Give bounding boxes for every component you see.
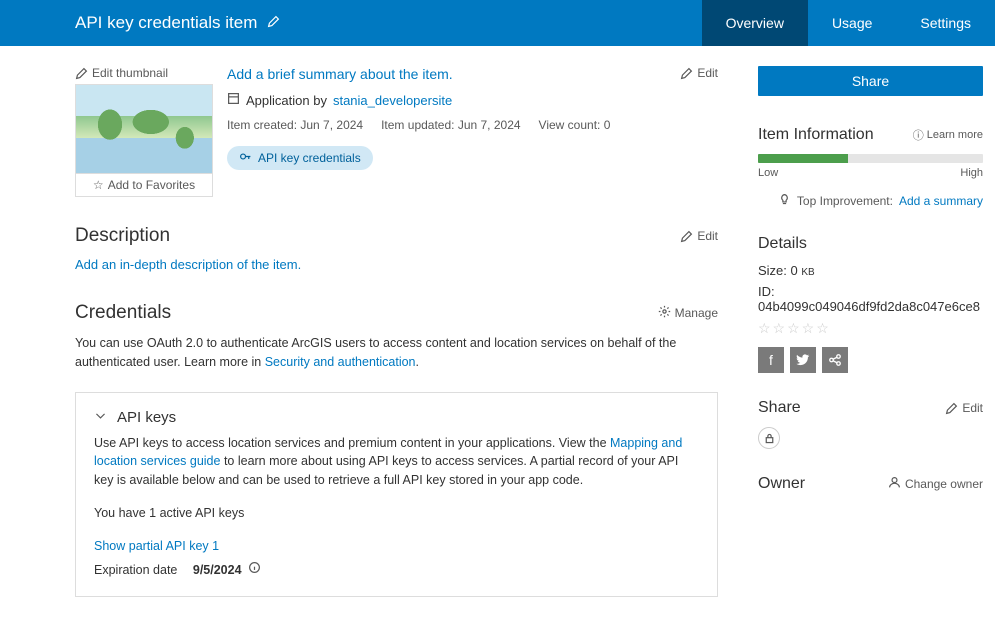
- author-link[interactable]: stania_developersite: [333, 93, 452, 108]
- security-auth-link[interactable]: Security and authentication: [265, 355, 416, 369]
- edit-summary-label: Edit: [697, 66, 718, 80]
- social-buttons: f: [758, 347, 983, 373]
- header-tabs: Overview Usage Settings: [702, 0, 995, 46]
- edit-summary-link[interactable]: Edit: [680, 66, 718, 80]
- share-section: Share Edit: [758, 399, 983, 449]
- description-title: Description: [75, 225, 170, 247]
- completeness-bar: [758, 154, 983, 163]
- add-summary-link[interactable]: Add a brief summary about the item.: [227, 66, 453, 82]
- show-partial-key-link[interactable]: Show partial API key 1: [94, 537, 699, 556]
- edit-description-link[interactable]: Edit: [680, 229, 718, 243]
- add-to-favorites-button[interactable]: ☆ Add to Favorites: [75, 174, 213, 197]
- tab-usage[interactable]: Usage: [808, 0, 896, 46]
- user-icon: [888, 476, 901, 492]
- page-title: API key credentials item: [75, 13, 257, 33]
- lightbulb-icon: [778, 193, 791, 209]
- item-meta: Add a brief summary about the item. Edit…: [227, 66, 718, 197]
- twitter-icon[interactable]: [790, 347, 816, 373]
- api-keys-title: API keys: [117, 409, 176, 426]
- active-keys-count: You have 1 active API keys: [94, 504, 699, 523]
- owner-title: Owner: [758, 475, 805, 493]
- top-bar: API key credentials item Overview Usage …: [0, 0, 995, 46]
- lock-icon: [758, 427, 780, 449]
- share-link-icon[interactable]: [822, 347, 848, 373]
- key-icon: [239, 150, 252, 166]
- id-line: ID: 04b4099c049046df9fd2da8c047e6ce8: [758, 284, 983, 314]
- credentials-section: Credentials Manage You can use OAuth 2.0…: [75, 302, 718, 597]
- item-type-badge: API key credentials: [227, 146, 373, 170]
- description-section: Description Edit Add an in-depth descrip…: [75, 225, 718, 272]
- expiration-row: Expiration date 9/5/2024: [94, 561, 699, 580]
- edit-title-icon[interactable]: [267, 15, 280, 31]
- edit-thumbnail-label: Edit thumbnail: [92, 66, 168, 80]
- learn-more-link[interactable]: ⓘ Learn more: [913, 127, 983, 143]
- share-button[interactable]: Share: [758, 66, 983, 96]
- size-line: Size: 0 KB: [758, 263, 983, 278]
- info-icon: ⓘ: [913, 127, 924, 143]
- rating-stars[interactable]: ☆☆☆☆☆: [758, 320, 983, 337]
- info-icon[interactable]: [248, 561, 261, 580]
- badge-label: API key credentials: [258, 151, 361, 165]
- change-owner-link[interactable]: Change owner: [888, 476, 983, 492]
- tab-settings[interactable]: Settings: [896, 0, 995, 46]
- owner-section: Owner Change owner: [758, 475, 983, 493]
- top-improvement-link[interactable]: Add a summary: [899, 194, 983, 208]
- thumbnail-image[interactable]: [75, 84, 213, 174]
- api-keys-description: Use API keys to access location services…: [94, 434, 699, 490]
- item-info-title: Item Information: [758, 126, 874, 144]
- api-keys-panel: API keys Use API keys to access location…: [75, 392, 718, 598]
- item-information-section: Item Information ⓘ Learn more Low High T…: [758, 126, 983, 209]
- credentials-text: You can use OAuth 2.0 to authenticate Ar…: [75, 334, 718, 372]
- item-header: Edit thumbnail ☆ Add to Favorites Add a …: [75, 66, 718, 197]
- app-by-label: Application by: [246, 93, 327, 108]
- credentials-title: Credentials: [75, 302, 171, 324]
- details-title: Details: [758, 235, 807, 253]
- star-icon: ☆: [93, 178, 104, 192]
- manage-credentials-link[interactable]: Manage: [658, 305, 718, 321]
- facebook-icon[interactable]: f: [758, 347, 784, 373]
- app-icon: [227, 92, 240, 108]
- tab-overview[interactable]: Overview: [702, 0, 808, 46]
- chevron-down-icon: [94, 409, 107, 426]
- thumbnail-box: Edit thumbnail ☆ Add to Favorites: [75, 66, 213, 197]
- api-keys-toggle[interactable]: API keys: [94, 409, 699, 426]
- edit-share-link[interactable]: Edit: [945, 401, 983, 415]
- details-section: Details Size: 0 KB ID: 04b4099c049046df9…: [758, 235, 983, 373]
- favorite-label: Add to Favorites: [108, 178, 195, 192]
- edit-thumbnail-link[interactable]: Edit thumbnail: [75, 66, 213, 80]
- gear-icon: [658, 305, 671, 321]
- share-title: Share: [758, 399, 801, 417]
- main-column: Edit thumbnail ☆ Add to Favorites Add a …: [75, 66, 718, 627]
- add-description-link[interactable]: Add an in-depth description of the item.: [75, 257, 301, 272]
- side-column: Share Item Information ⓘ Learn more Low …: [758, 66, 983, 627]
